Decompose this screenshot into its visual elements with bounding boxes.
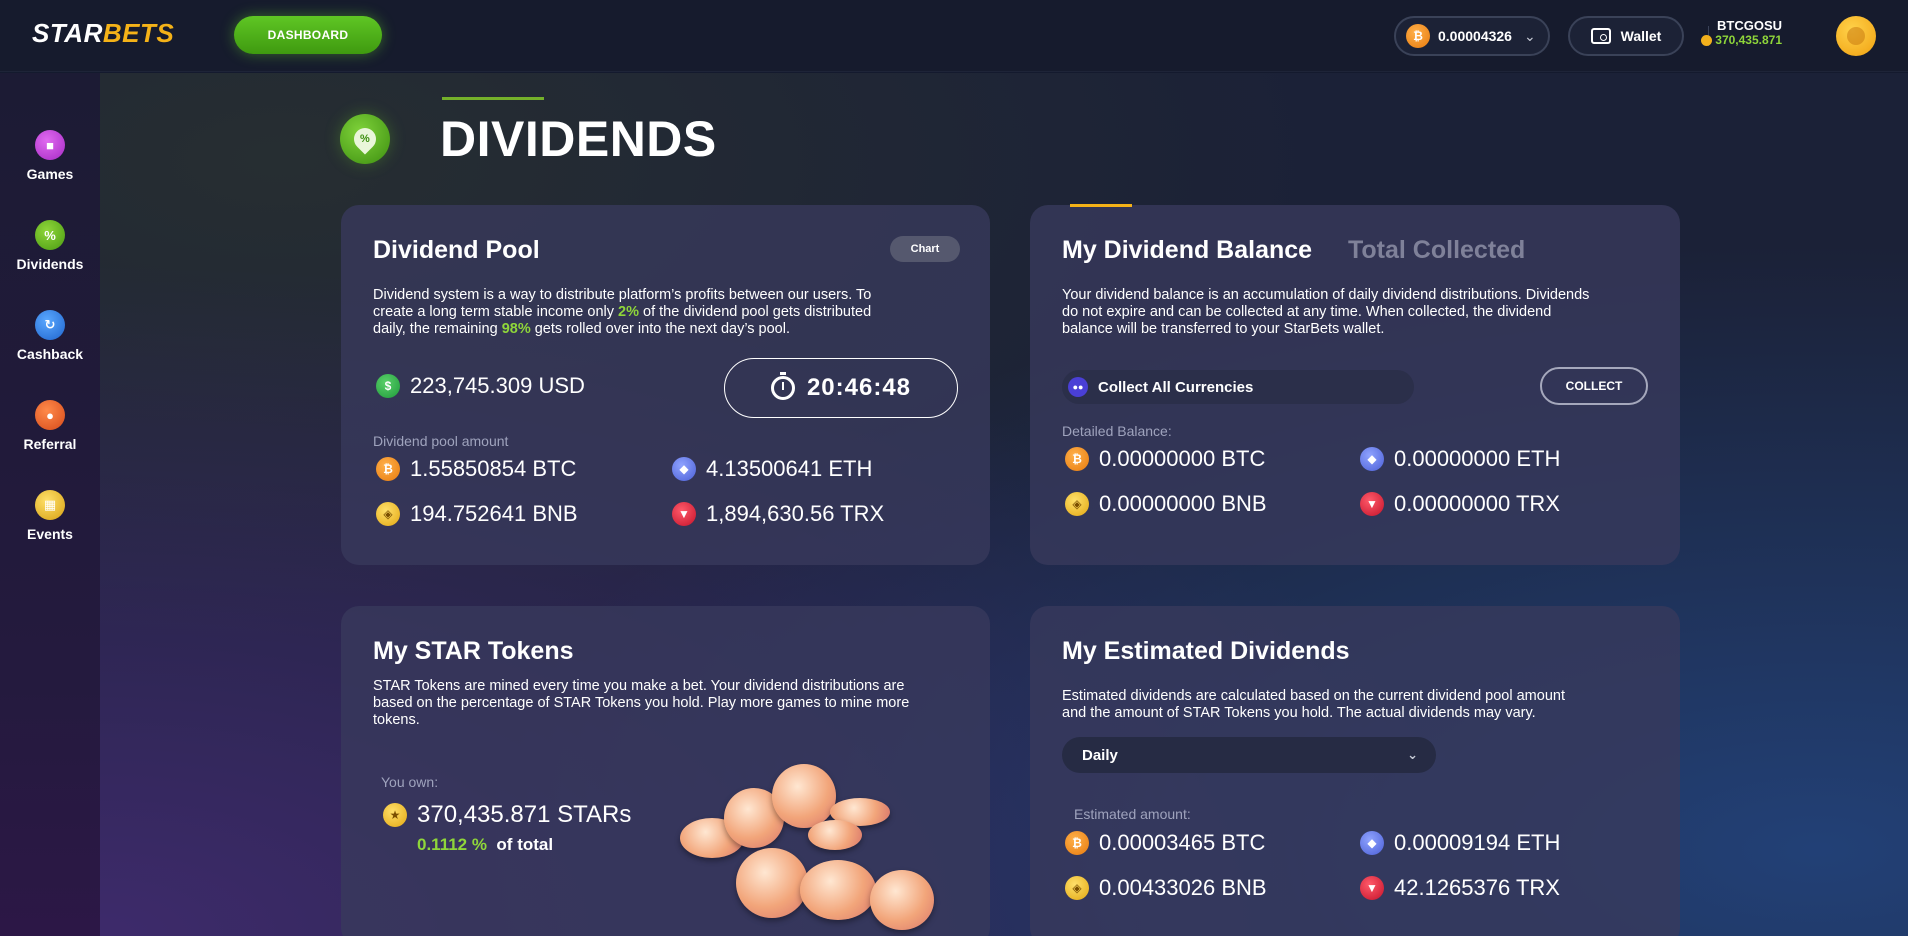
countdown-timer: 20:46:48	[724, 358, 958, 418]
currency-balance-selector[interactable]: ₿ 0.00004326 ⌄	[1394, 16, 1550, 56]
sidebar-item-events[interactable]: ▦ Events	[0, 490, 100, 542]
dividends-icon: %	[35, 220, 65, 250]
bitcoin-icon: ₿	[1065, 447, 1089, 471]
star-amount: ★ 370,435.871 STARs	[383, 801, 631, 829]
timer-value: 20:46:48	[806, 374, 912, 401]
balance-eth: ◆ 0.00000000 ETH	[1360, 446, 1560, 472]
chevron-down-icon: ⌄	[1407, 747, 1418, 762]
wallet-button[interactable]: Wallet	[1568, 16, 1684, 56]
sidebar: ■ Games % Dividends ↻ Cashback ● Referra…	[0, 73, 100, 936]
estimated-trx: ▼ 42.1265376 TRX	[1360, 875, 1560, 901]
bitcoin-icon: ₿	[1065, 831, 1089, 855]
stopwatch-icon	[770, 372, 795, 400]
star-coin-icon	[1701, 34, 1713, 46]
username: BTCGOSU	[1717, 18, 1782, 33]
wallet-icon	[1590, 28, 1611, 44]
sidebar-item-games[interactable]: ■ Games	[0, 130, 100, 182]
starbets-logo[interactable]: STARBETS	[32, 18, 174, 49]
pool-trx: ▼ 1,894,630.56 TRX	[672, 501, 884, 527]
title-accent-bar	[442, 97, 544, 100]
dashboard-button[interactable]: DASHBOARD	[234, 16, 382, 54]
pool-btc: ₿ 1.55850854 BTC	[376, 456, 576, 482]
bnb-icon: ◈	[376, 502, 400, 526]
tab-my-dividend-balance[interactable]: My Dividend Balance	[1062, 236, 1312, 265]
bitcoin-icon: ₿	[376, 457, 400, 481]
sidebar-item-label: Events	[27, 526, 73, 542]
estimated-dividends-description: Estimated dividends are calculated based…	[1062, 688, 1565, 721]
active-tab-indicator	[1070, 204, 1132, 207]
dollar-icon: $	[376, 374, 400, 398]
top-bar: STARBETS DASHBOARD ₿ 0.00004326 ⌄ Wallet…	[0, 0, 1908, 72]
avatar[interactable]	[1836, 16, 1876, 56]
sidebar-item-label: Cashback	[16, 346, 84, 362]
estimated-bnb: ◈ 0.00433026 BNB	[1065, 875, 1267, 901]
sidebar-item-dividends[interactable]: % Dividends	[0, 220, 100, 272]
referral-icon: ●	[35, 400, 65, 430]
estimated-eth: ◆ 0.00009194 ETH	[1360, 830, 1560, 856]
cashback-icon: ↻	[35, 310, 65, 340]
tron-icon: ▼	[1360, 876, 1384, 900]
gamepad-icon: ■	[35, 130, 65, 160]
dividend-pool-title: Dividend Pool	[373, 236, 540, 264]
star-percent-of-total: 0.1112 % of total	[417, 835, 554, 854]
user-points: 370,435.871	[1701, 33, 1782, 47]
balance-btc: ₿ 0.00000000 BTC	[1065, 446, 1265, 472]
user-info[interactable]: BTCGOSU 370,435.871	[1701, 18, 1782, 47]
dividend-pool-description: Dividend system is a way to distribute p…	[373, 287, 872, 337]
events-icon: ▦	[35, 490, 65, 520]
bitcoin-icon: ₿	[1406, 24, 1430, 48]
dividend-balance-description: Your dividend balance is an accumulation…	[1062, 287, 1590, 337]
logo-text-star: STAR	[32, 18, 103, 48]
user-points-value: 370,435.871	[1715, 33, 1782, 47]
wallet-label: Wallet	[1620, 28, 1662, 44]
ethereum-icon: ◆	[1360, 447, 1384, 471]
balance-value: 0.00004326	[1438, 28, 1512, 44]
estimated-amount-label: Estimated amount:	[1074, 806, 1191, 822]
sidebar-item-label: Dividends	[16, 256, 84, 272]
ethereum-icon: ◆	[1360, 831, 1384, 855]
detailed-balance-label: Detailed Balance:	[1062, 423, 1172, 439]
star-tokens-title: My STAR Tokens	[373, 637, 574, 665]
bnb-icon: ◈	[1065, 492, 1089, 516]
sidebar-item-label: Games	[26, 166, 74, 182]
tron-icon: ▼	[672, 502, 696, 526]
bnb-icon: ◈	[1065, 876, 1089, 900]
period-select[interactable]: Daily ⌄	[1062, 737, 1436, 773]
sidebar-item-label: Referral	[23, 436, 77, 452]
you-own-label: You own:	[381, 774, 439, 790]
tron-icon: ▼	[1360, 492, 1384, 516]
all-currencies-icon: ●●	[1068, 377, 1088, 397]
chevron-down-icon: ⌄	[1523, 27, 1536, 44]
pool-bnb: ◈ 194.752641 BNB	[376, 501, 578, 527]
collect-select-label: Collect All Currencies	[1098, 378, 1254, 396]
period-select-value: Daily	[1082, 746, 1118, 764]
pool-usd-value: $ 223,745.309 USD	[376, 373, 585, 399]
page-title: DIVIDENDS	[440, 111, 717, 167]
balance-trx: ▼ 0.00000000 TRX	[1360, 491, 1560, 517]
star-tokens-description: STAR Tokens are mined every time you mak…	[373, 678, 910, 728]
dividends-title-icon: %	[340, 114, 390, 164]
balance-bnb: ◈ 0.00000000 BNB	[1065, 491, 1267, 517]
star-token-icon: ★	[383, 803, 407, 827]
sidebar-item-cashback[interactable]: ↻ Cashback	[0, 310, 100, 362]
chart-button[interactable]: Chart	[890, 236, 960, 262]
pool-eth: ◆ 4.13500641 ETH	[672, 456, 872, 482]
star-coins-illustration	[680, 760, 960, 936]
ethereum-icon: ◆	[672, 457, 696, 481]
estimated-btc: ₿ 0.00003465 BTC	[1065, 830, 1265, 856]
collect-currency-select[interactable]: ●● Collect All Currencies	[1062, 370, 1414, 404]
logo-text-bets: BETS	[102, 18, 175, 48]
tab-total-collected[interactable]: Total Collected	[1348, 236, 1525, 265]
collect-button[interactable]: COLLECT	[1540, 367, 1648, 405]
pool-amount-label: Dividend pool amount	[373, 433, 509, 449]
estimated-dividends-title: My Estimated Dividends	[1062, 637, 1350, 665]
sidebar-item-referral[interactable]: ● Referral	[0, 400, 100, 452]
